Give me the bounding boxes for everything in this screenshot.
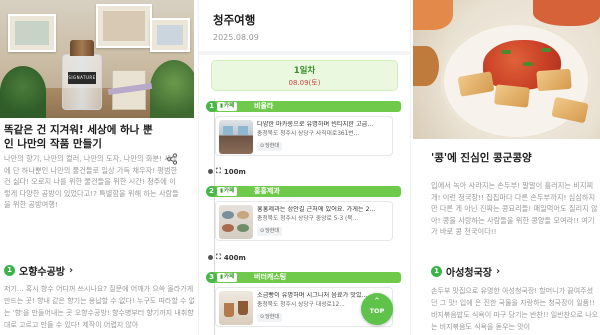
chevron-up-icon: ⌃ (373, 297, 381, 307)
location-icon: ⊙ (260, 143, 265, 149)
section-title: 오향수공방 (19, 267, 65, 278)
distance-value: 100m (223, 167, 246, 176)
timeline-dot (208, 255, 213, 260)
walk-icon: ⛶ (216, 253, 221, 261)
category-label: 카페 (224, 103, 235, 109)
tofu-slice (494, 84, 530, 108)
stop-description: 홍홍제과는 성안길 근처에 있어요. 가게는 2... (257, 206, 376, 213)
chevron-right-icon: › (69, 265, 74, 276)
stop-tag: ⊙ 당한대 (257, 227, 283, 236)
tofu-slice (536, 68, 572, 92)
category-label: 카페 (224, 274, 235, 280)
section-description: 저기... 혹시 향수 어디꺼 쓰시나요? 질문에 어깨가 으쓱 올라가게 만드… (4, 285, 194, 329)
stop-thumbnail (219, 205, 253, 239)
stop-address: 충청북도 청주시 상당구 사직대로361번... (257, 131, 360, 137)
stop-name: 비올라 (254, 102, 274, 110)
stop-tag: ⊙ 당한대 (257, 313, 283, 322)
plant-decoration (150, 60, 194, 118)
stop-number-badge: 3 (206, 272, 217, 283)
section-number-badge: 1 (431, 266, 442, 277)
wall-frame (150, 18, 190, 52)
side-bowl (413, 46, 439, 86)
stop-header: 1 ▮ 카페 비올라 (206, 101, 402, 113)
stop-name: 홍홍제과 (254, 187, 280, 195)
green-onion (523, 62, 533, 66)
chevron-right-icon: › (496, 266, 501, 277)
perfume-label: SIGNATURE (68, 72, 96, 84)
stop-thumbnail (219, 120, 253, 154)
trip-date: 2025.08.09 (213, 33, 259, 42)
section-heading-ohyangsu[interactable]: 1 오향수공방 › (4, 263, 73, 278)
location-icon: ⊙ (260, 314, 265, 320)
section-number-badge: 1 (4, 265, 15, 276)
green-onion (501, 50, 511, 54)
location-icon: ⊙ (260, 228, 265, 234)
distance-indicator: ⛶ 400m (208, 253, 246, 262)
side-dish (533, 0, 600, 26)
tag-label: 당한대 (265, 143, 280, 149)
itinerary-stop[interactable]: 2 ▮ 카페 홍홍제과 홍홍제과는 성안길 근처에 있어요. 가게는 2... … (206, 186, 402, 241)
stop-header-bar (211, 101, 401, 112)
stop-header: 3 ▮ 카페 버터캐스팅 (206, 272, 402, 284)
category-label: 카페 (224, 188, 235, 194)
article-description: 나만의 향기, 나만의 컬러, 나만의 도자, 나만의 화분! 세상에 단 하나… (4, 154, 179, 209)
article-description: 입에서 녹아 사라지는 손두부! 말말이 흘러지는 비지찌개! 이런 청국장!!… (431, 181, 598, 236)
left-article-panel: SIGNATURE 똑같은 건 지겨워! 세상에 하나 뿐인 나만의 작품 만들… (0, 0, 194, 335)
tag-label: 당한대 (265, 314, 280, 320)
stop-number-badge: 1 (206, 101, 217, 112)
day-date: 08.09(토) (288, 79, 321, 87)
trip-title: 청주여행 (213, 13, 256, 27)
stop-name: 버터캐스팅 (254, 273, 287, 281)
divider (199, 51, 410, 55)
day-header-card[interactable]: 1일차 08.09(토) (211, 60, 398, 91)
stop-tag: ⊙ 당한대 (257, 142, 283, 151)
distance-value: 400m (223, 253, 246, 262)
category-pill: ▮ 카페 (217, 273, 238, 282)
category-pill: ▮ 카페 (217, 187, 238, 196)
article-title: 똑같은 건 지겨워! 세상에 하나 뿐인 나만의 작품 만들기 (4, 124, 153, 150)
stop-description: 다양한 마카롱으로 유명하며 빈티지한 고급... (257, 121, 374, 128)
tag-label: 당한대 (265, 228, 280, 234)
section-heading-asung[interactable]: 1 아성청국장 › (431, 264, 500, 279)
stop-card[interactable]: 다양한 마카롱으로 유명하며 빈티지한 고급... 충청북도 청주시 상당구 사… (215, 116, 393, 156)
green-onion (541, 48, 551, 52)
stop-header-bar (211, 186, 401, 197)
walk-icon: ⛶ (216, 167, 221, 175)
section-description: 손두부 맛집으로 유명한 아성청국장! 할머니가 끓여주셨던 그 맛! 입에 은… (431, 287, 599, 331)
tofu-dish-hero-image[interactable] (413, 0, 600, 139)
distance-indicator: ⛶ 100m (208, 167, 246, 176)
stop-thumbnail (219, 291, 253, 325)
side-dish (413, 0, 453, 30)
scroll-to-top-button[interactable]: ⌃ TOP (361, 293, 393, 325)
section-title: 아성청국장 (446, 268, 492, 279)
right-article-panel: '콩'에 진심인 콩군콩양 입에서 녹아 사라지는 손두부! 말말이 흘러지는 … (413, 0, 600, 335)
stop-header-bar (211, 272, 401, 283)
timeline-dot (208, 169, 213, 174)
stop-number-badge: 2 (206, 186, 217, 197)
day-label: 1일차 (293, 66, 316, 76)
pin-icon: ▮ (220, 103, 224, 109)
stop-address: 충청북도 청주시 상당구 중앙로 5-3 (북... (257, 216, 359, 222)
stop-card[interactable]: 홍홍제과는 성안길 근처에 있어요. 가게는 2... 충청북도 청주시 상당구… (215, 201, 393, 241)
article-title: '콩'에 진심인 콩군콩양 (431, 152, 532, 164)
wall-frame (8, 14, 56, 52)
top-button-label: TOP (369, 307, 385, 315)
pin-icon: ▮ (220, 274, 224, 280)
perfume-cap (70, 40, 94, 56)
stop-header: 2 ▮ 카페 홍홍제과 (206, 186, 402, 198)
wall-frame (96, 4, 152, 48)
itinerary-stop[interactable]: 1 ▮ 카페 비올라 다양한 마카롱으로 유명하며 빈티지한 고급... 충청북… (206, 101, 402, 156)
trip-itinerary-panel: 청주여행 2025.08.09 1일차 08.09(토) 1 ▮ 카페 비올라 … (198, 0, 411, 335)
pin-icon: ▮ (220, 188, 224, 194)
perfume-hero-image[interactable]: SIGNATURE (0, 0, 194, 118)
plant-decoration (0, 66, 46, 118)
category-pill: ▮ 카페 (217, 102, 238, 111)
